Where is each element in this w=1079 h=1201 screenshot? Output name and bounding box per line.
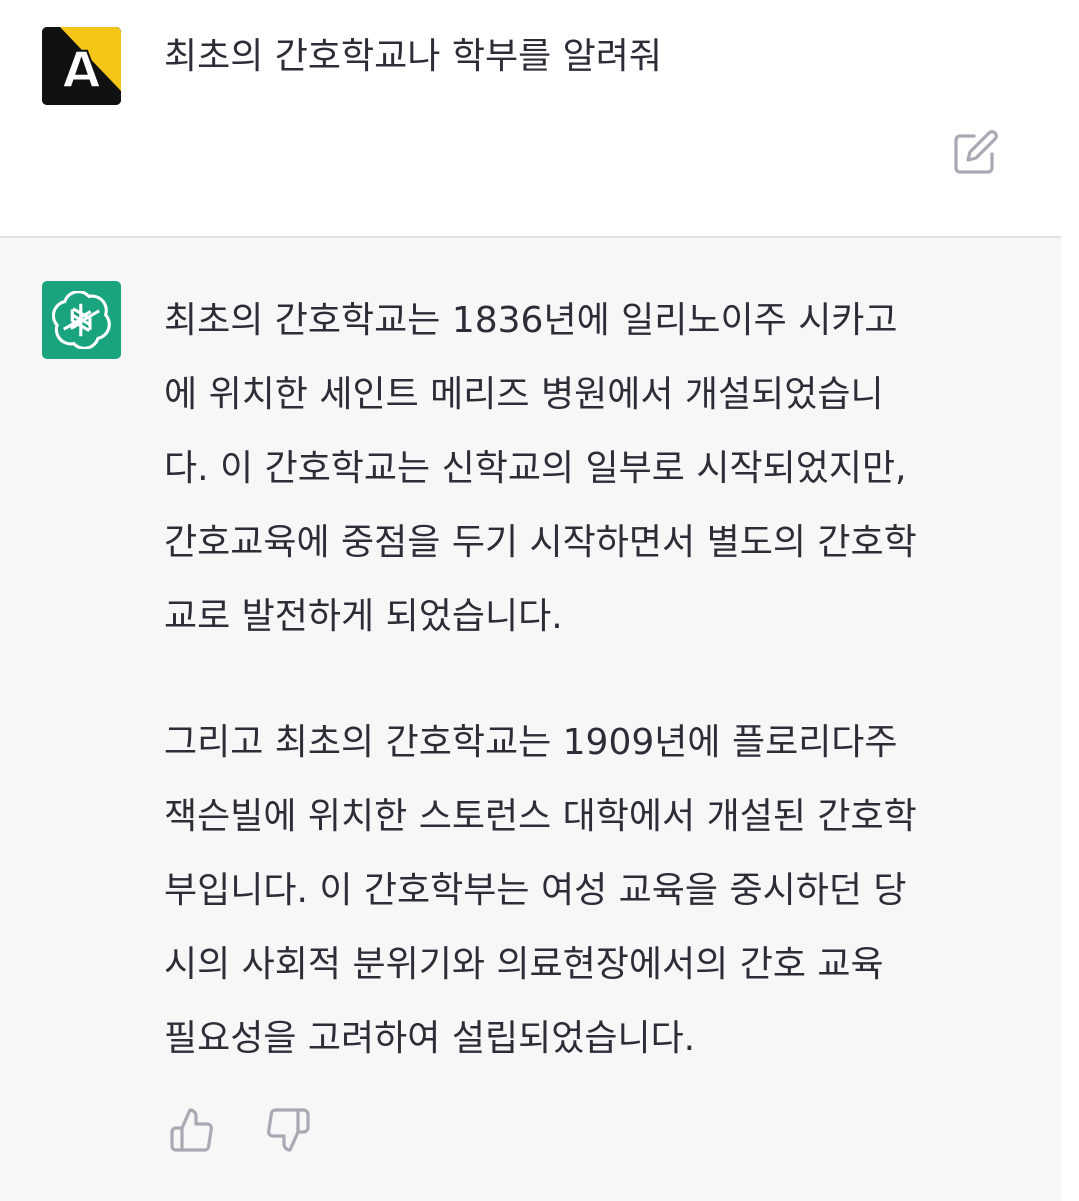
page-edge	[1061, 0, 1079, 1201]
response-line: 간호교육에 중점을 두기 시작하면서 별도의 간호학	[164, 522, 917, 563]
response-line: 부입니다. 이 간호학부는 여성 교육을 중시하던 당	[164, 870, 907, 911]
assistant-message: 최초의 간호학교는 1836년에 일리노이주 시카고 에 위치한 세인트 메리즈…	[0, 238, 1061, 1201]
response-line: 최초의 간호학교는 1836년에 일리노이주 시카고	[164, 300, 898, 341]
user-avatar: A	[42, 27, 121, 105]
chat-page: A 최초의 간호학교나 학부를 알려줘 최초의 간호학교는 1836년에 일리노…	[0, 0, 1079, 1201]
response-line: 시의 사회적 분위기와 의료현장에서의 간호 교육	[164, 944, 884, 985]
response-line: 에 위치한 세인트 메리즈 병원에서 개설되었습니	[164, 374, 884, 415]
user-message: A 최초의 간호학교나 학부를 알려줘	[0, 0, 1061, 237]
avatar-letter: A	[62, 41, 101, 99]
edit-icon	[954, 130, 998, 174]
user-message-text: 최초의 간호학교나 학부를 알려줘	[164, 36, 663, 77]
thumbs-up-button[interactable]	[168, 1106, 216, 1154]
thumbs-up-icon	[170, 1108, 213, 1152]
response-line: 필요성을 고려하여 설립되었습니다.	[164, 1018, 696, 1059]
thumbs-down-icon	[267, 1108, 310, 1152]
letter-a-avatar-icon: A	[42, 27, 121, 105]
openai-logo-icon	[52, 291, 111, 349]
assistant-avatar	[42, 281, 121, 359]
thumbs-down-button[interactable]	[264, 1106, 312, 1154]
assistant-message-text: 최초의 간호학교는 1836년에 일리노이주 시카고 에 위치한 세인트 메리즈…	[164, 284, 1024, 1076]
response-line: 그리고 최초의 간호학교는 1909년에 플로리다주	[164, 722, 898, 763]
response-line: 다. 이 간호학교는 신학교의 일부로 시작되었지만,	[164, 448, 907, 489]
response-line: 교로 발전하게 되었습니다.	[164, 596, 563, 637]
edit-button[interactable]	[952, 128, 1000, 176]
response-line: 잭슨빌에 위치한 스토런스 대학에서 개설된 간호학	[164, 796, 917, 837]
